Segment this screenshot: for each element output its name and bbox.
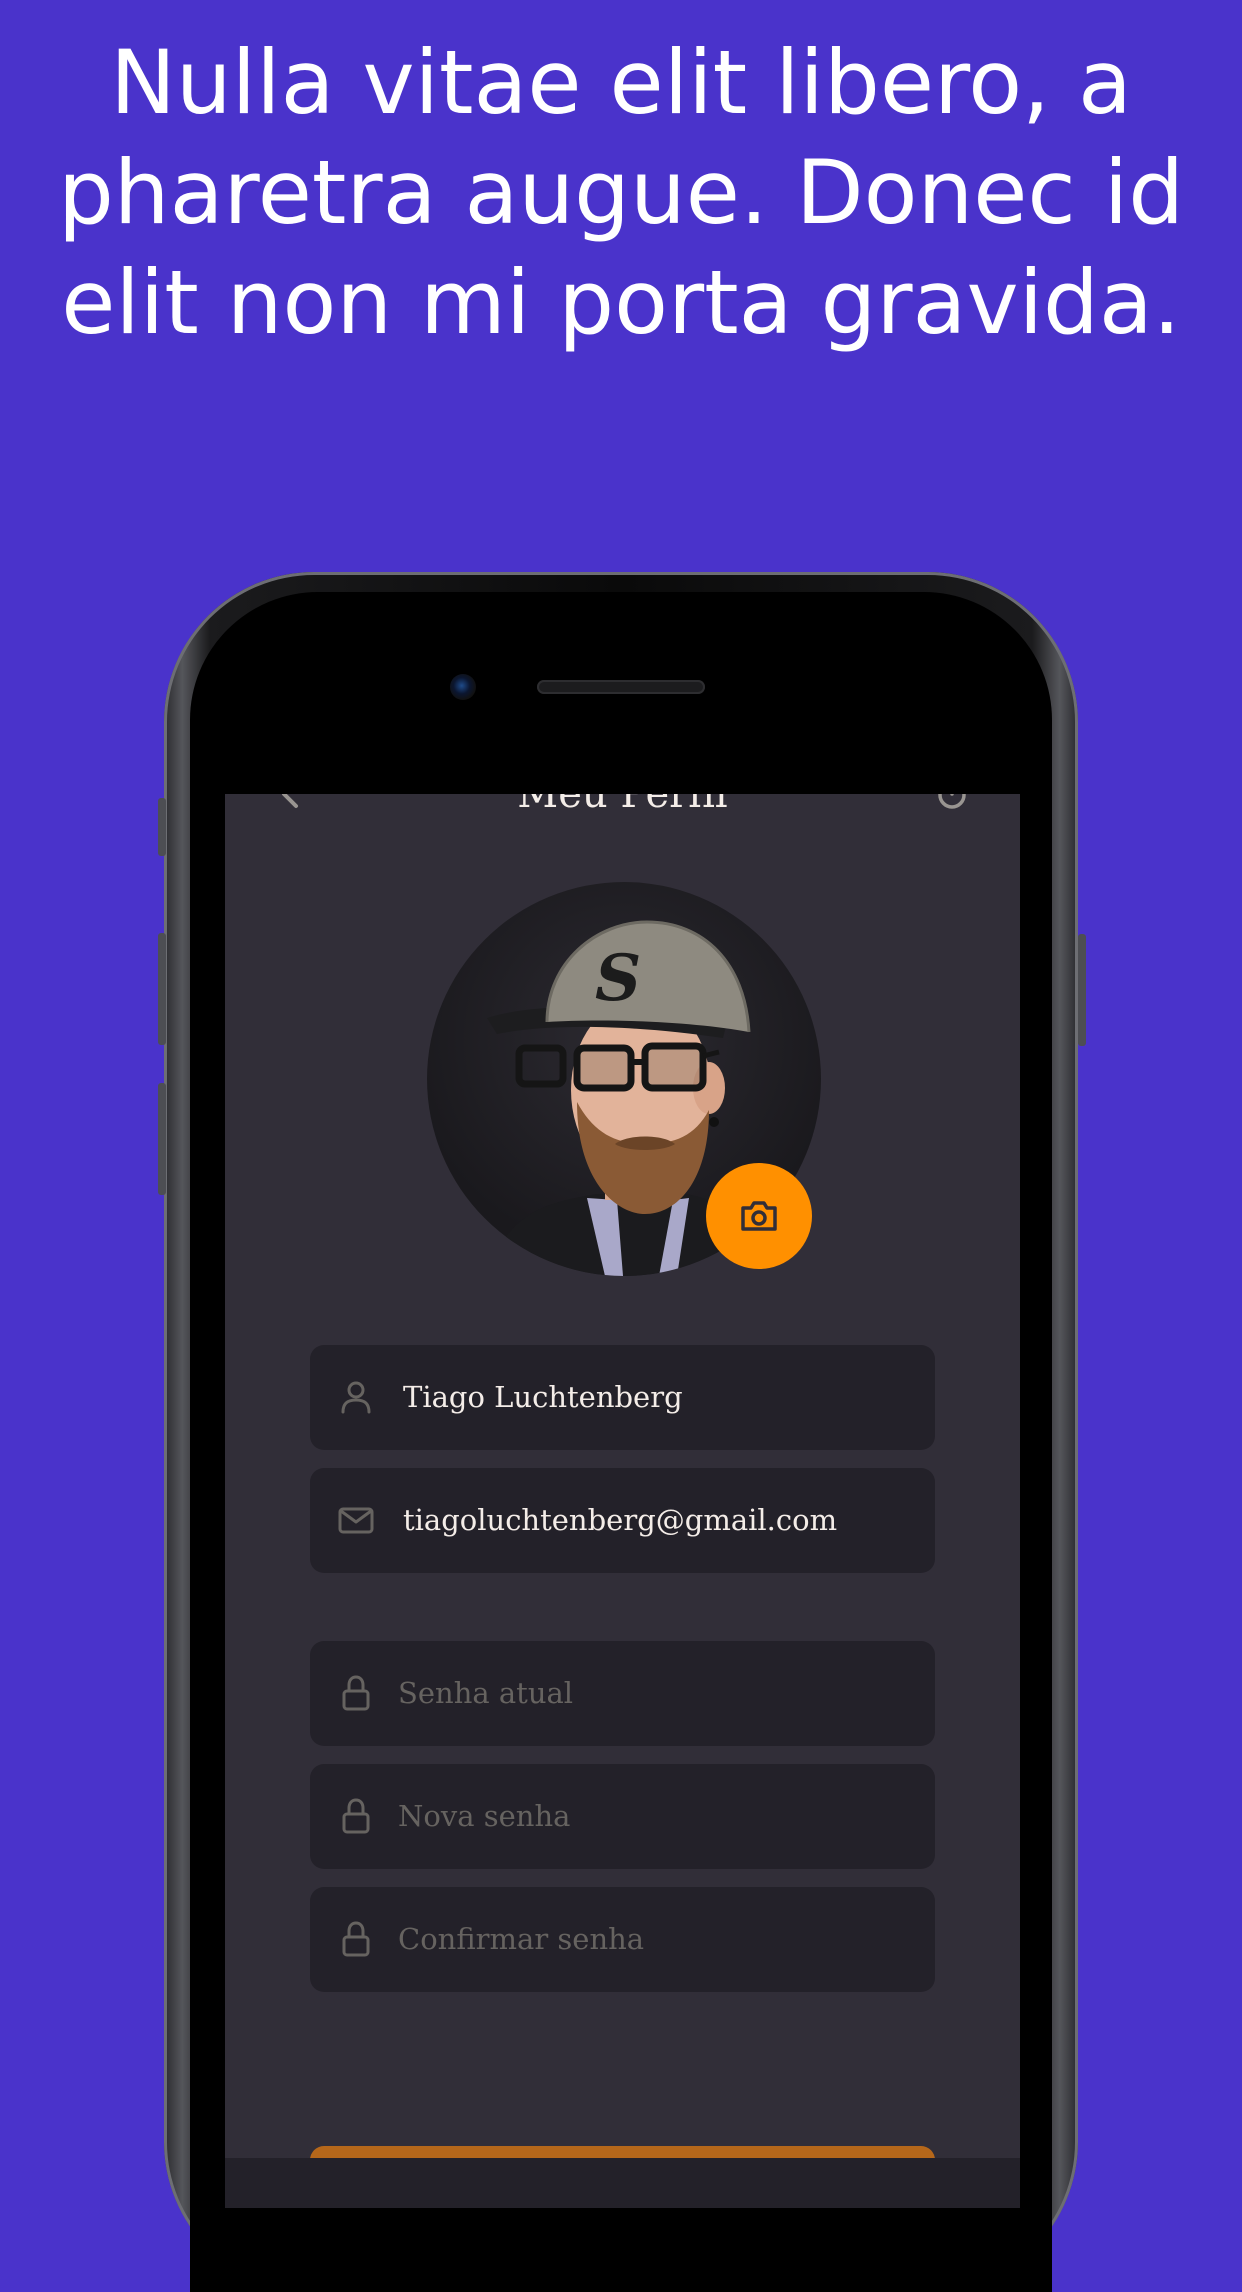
mute-switch [158, 798, 166, 856]
change-avatar-button[interactable] [706, 1163, 812, 1269]
profile-screen: Meu Perfil S Tiago Luchtenberg tiagoluch… [225, 794, 1020, 2208]
mail-icon [338, 1507, 374, 1534]
confirm-password-placeholder: Confirmar senha [398, 1922, 645, 1956]
headline-line-2: pharetra augue. Donec id [57, 141, 1185, 244]
current-password-placeholder: Senha atual [398, 1676, 574, 1710]
bottom-bar [225, 2158, 1020, 2208]
volume-up-button [158, 933, 166, 1045]
current-password-field[interactable]: Senha atual [310, 1641, 935, 1746]
lock-icon [342, 1798, 370, 1834]
email-field-value: tiagoluchtenberg@gmail.com [403, 1503, 838, 1537]
top-bar: Meu Perfil [225, 794, 1020, 822]
front-camera [450, 674, 476, 700]
name-field[interactable]: Tiago Luchtenberg [310, 1345, 935, 1450]
lock-icon [342, 1675, 370, 1711]
headline: Nulla vitae elit libero, a pharetra augu… [0, 28, 1242, 358]
power-button [1078, 934, 1086, 1046]
lock-icon [342, 1921, 370, 1957]
new-password-field[interactable]: Nova senha [310, 1764, 935, 1869]
page-title: Meu Perfil [517, 794, 728, 817]
user-icon [341, 1381, 371, 1414]
power-icon[interactable] [932, 794, 972, 814]
headline-line-3: elit non mi porta gravida. [61, 251, 1181, 354]
earpiece-speaker [537, 680, 705, 694]
headline-line-1: Nulla vitae elit libero, a [110, 31, 1132, 134]
new-password-placeholder: Nova senha [398, 1799, 571, 1833]
svg-text:S: S [595, 941, 641, 1016]
volume-down-button [158, 1083, 166, 1195]
name-field-value: Tiago Luchtenberg [403, 1380, 683, 1414]
confirm-password-field[interactable]: Confirmar senha [310, 1887, 935, 1992]
email-field[interactable]: tiagoluchtenberg@gmail.com [310, 1468, 935, 1573]
camera-icon [741, 1201, 777, 1231]
